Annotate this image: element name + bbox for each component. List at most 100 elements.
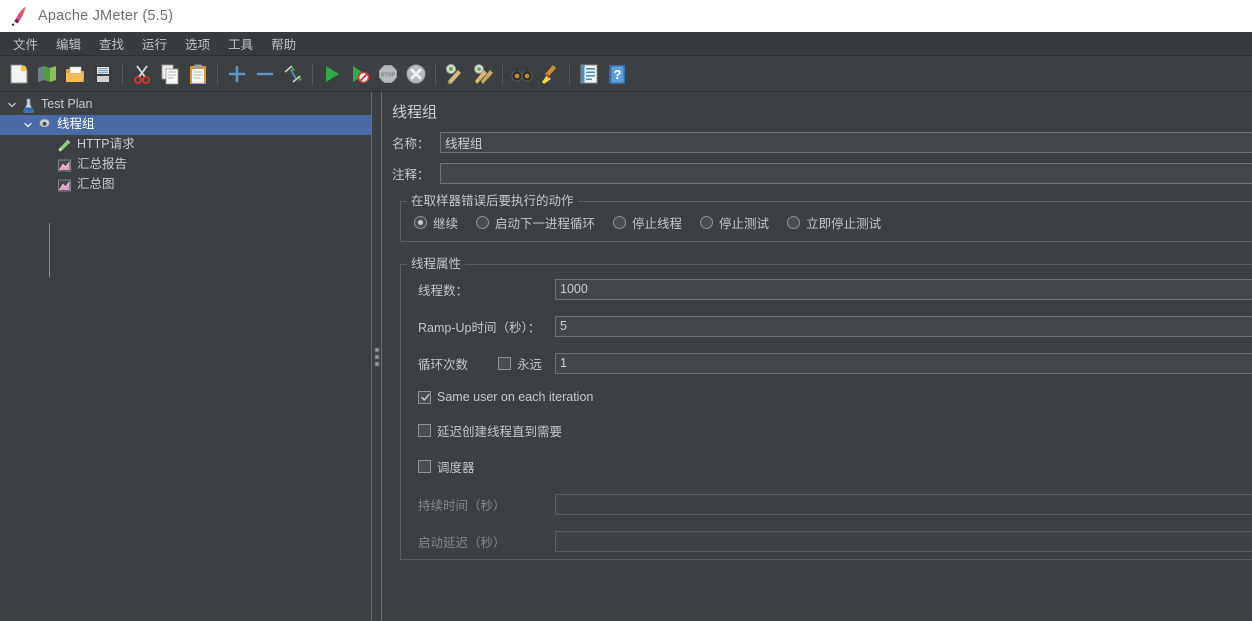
copy-button[interactable] <box>157 61 183 87</box>
delay-thread-creation-checkbox[interactable]: 延迟创建线程直到需要 <box>400 421 1252 440</box>
search-button[interactable] <box>509 61 535 87</box>
thread-group-gear-icon <box>36 117 53 134</box>
help-button[interactable]: ? <box>604 61 630 87</box>
menu-help[interactable]: 帮助 <box>262 32 305 56</box>
num-threads-row: 线程数： <box>400 278 1252 300</box>
num-threads-label: 线程数： <box>418 283 469 298</box>
loop-count-row: 循环次数 永远 <box>400 352 1252 374</box>
aggregate-graph-chart-icon <box>56 177 73 194</box>
splitter-grip-dots <box>374 347 379 366</box>
radio-stop-test-now[interactable]: 立即停止测试 <box>787 213 881 232</box>
radio-stop-test[interactable]: 停止测试 <box>700 213 769 232</box>
radio-mark-icon <box>414 216 427 229</box>
duration-input[interactable] <box>555 493 1252 515</box>
radio-label-stop-thread: 停止线程 <box>632 217 683 231</box>
num-threads-input[interactable] <box>555 278 1252 300</box>
new-test-plan-button[interactable] <box>6 61 32 87</box>
thread-properties-group-title: 线程属性 <box>407 256 466 272</box>
toolbar-separator-3 <box>312 62 313 85</box>
jmeter-window: Apache JMeter (5.5) 文件 编辑 查找 运行 选项 工具 帮助 <box>0 0 1252 621</box>
checkbox-mark-checked-icon <box>418 390 431 404</box>
toggle-button[interactable] <box>280 61 306 87</box>
name-label: 名称： <box>392 136 430 151</box>
checkbox-mark-icon <box>418 460 431 473</box>
delay-thread-creation-label: 延迟创建线程直到需要 <box>437 425 563 439</box>
tree-node-test-plan[interactable]: Test Plan <box>0 95 371 115</box>
save-button[interactable] <box>90 61 116 87</box>
tree-node-summary-report[interactable]: 汇总报告 <box>0 155 371 175</box>
forever-checkbox[interactable]: 永远 <box>498 354 555 373</box>
shutdown-button[interactable] <box>403 61 429 87</box>
summary-report-chart-icon <box>56 157 73 174</box>
clear-button[interactable] <box>442 61 468 87</box>
radio-stop-thread[interactable]: 停止线程 <box>613 213 682 232</box>
open-button[interactable] <box>62 61 88 87</box>
paste-button[interactable] <box>185 61 211 87</box>
tree-node-aggregate-graph[interactable]: 汇总图 <box>0 175 371 195</box>
radio-continue[interactable]: 继续 <box>414 213 458 232</box>
ramp-up-label: Ramp-Up时间（秒）： <box>418 320 541 335</box>
comment-field-row: 注释： <box>392 162 1252 184</box>
comment-label: 注释： <box>392 167 430 182</box>
toolbar-separator-1 <box>122 62 123 85</box>
radio-start-next-loop[interactable]: 启动下一进程循环 <box>476 213 595 232</box>
loop-count-label: 循环次数 <box>418 357 469 372</box>
tree-node-thread-group[interactable]: 线程组 <box>0 115 371 135</box>
ramp-up-input[interactable] <box>555 315 1252 337</box>
menu-edit[interactable]: 编辑 <box>47 32 90 56</box>
menu-file[interactable]: 文件 <box>4 32 47 56</box>
startup-delay-input[interactable] <box>555 530 1252 552</box>
reset-search-button[interactable] <box>537 61 563 87</box>
expand-all-button[interactable] <box>224 61 250 87</box>
thread-group-config-panel: 线程组 名称： 注释： 在取样器错误后要执行的动作 继续 <box>382 92 1252 621</box>
scheduler-checkbox[interactable]: 调度器 <box>400 457 1252 476</box>
test-plan-flask-icon <box>20 97 37 114</box>
window-title: Apache JMeter (5.5) <box>38 8 174 24</box>
tree-label-test-plan: Test Plan <box>41 97 93 112</box>
menu-tools[interactable]: 工具 <box>219 32 262 56</box>
start-button[interactable] <box>319 61 345 87</box>
start-no-pauses-button[interactable] <box>347 61 373 87</box>
toolbar-separator-2 <box>217 62 218 85</box>
tree-label-aggregate-graph: 汇总图 <box>77 177 115 192</box>
collapse-all-button[interactable] <box>252 61 278 87</box>
name-input[interactable] <box>440 131 1252 153</box>
tree-node-http-request[interactable]: HTTP请求 <box>0 135 371 155</box>
cut-button[interactable] <box>129 61 155 87</box>
clear-all-button[interactable] <box>470 61 496 87</box>
startup-delay-label: 启动延迟（秒） <box>418 535 506 550</box>
same-user-checkbox[interactable]: Same user on each iteration <box>400 390 1252 404</box>
tree-label-http-request: HTTP请求 <box>77 137 135 152</box>
loop-count-input[interactable] <box>555 352 1252 374</box>
chevron-down-icon[interactable] <box>20 117 36 133</box>
radio-mark-icon <box>476 216 490 229</box>
menu-options[interactable]: 选项 <box>176 32 219 56</box>
checkbox-mark-icon <box>498 356 511 370</box>
function-helper-button[interactable] <box>576 61 602 87</box>
panel-title: 线程组 <box>392 104 438 121</box>
templates-button[interactable] <box>34 61 60 87</box>
panel-splitter[interactable] <box>371 92 382 621</box>
duration-label: 持续时间（秒） <box>418 498 506 513</box>
tree-guide-line <box>49 223 50 277</box>
menu-search[interactable]: 查找 <box>90 32 133 56</box>
ramp-up-row: Ramp-Up时间（秒）： <box>400 315 1252 337</box>
main-body: Test Plan 线程组 HTTP请求 汇总报告 汇总图 线程组 名称： 线程… <box>0 92 1252 621</box>
jmeter-feather-logo-icon <box>10 5 30 27</box>
same-user-label: Same user on each iteration <box>437 390 594 404</box>
radio-label-stop-test-now: 立即停止测试 <box>806 217 882 231</box>
toolbar-separator-6 <box>569 62 570 85</box>
chevron-down-icon[interactable] <box>4 97 20 113</box>
radio-label-start-next-loop: 启动下一进程循环 <box>495 217 596 231</box>
svg-text:?: ? <box>614 67 622 82</box>
on-sampler-error-content: 继续 启动下一进程循环 停止线程 停止测试 立即停止测试 <box>400 207 1252 234</box>
test-plan-tree[interactable]: Test Plan 线程组 HTTP请求 汇总报告 汇总图 <box>0 92 371 621</box>
title-bar: Apache JMeter (5.5) <box>0 0 1252 32</box>
stop-button[interactable]: STOP <box>375 61 401 87</box>
menu-run[interactable]: 运行 <box>133 32 176 56</box>
comment-input[interactable] <box>440 162 1252 184</box>
toolbar: STOP ? <box>0 56 1252 92</box>
svg-text:STOP: STOP <box>381 72 396 78</box>
duration-row: 持续时间（秒） <box>400 493 1252 515</box>
thread-properties-content: 线程数： Ramp-Up时间（秒）： 循环次数 永远 <box>400 278 1252 552</box>
